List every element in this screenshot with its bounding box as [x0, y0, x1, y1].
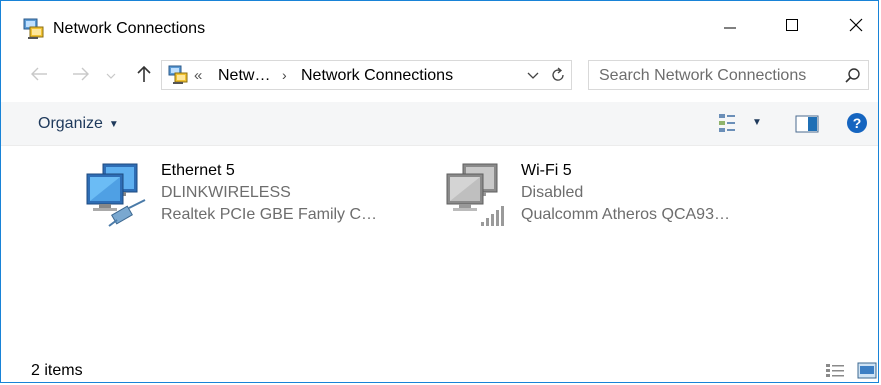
search-icon	[844, 67, 862, 85]
explorer-window: Network Connections « Netw… › Network Co…	[0, 0, 879, 383]
connection-item-ethernet[interactable]: Ethernet 5 DLINKWIRELESS Realtek PCIe GB…	[81, 160, 377, 228]
breadcrumb-segment[interactable]: Netw…	[218, 67, 270, 85]
chevron-down-icon	[106, 67, 116, 85]
command-bar: Organize ▼ ▼ ?	[1, 102, 878, 146]
minimize-icon	[723, 18, 737, 37]
back-button[interactable]	[28, 65, 50, 87]
connection-item-wifi[interactable]: Wi-Fi 5 Disabled Qualcomm Atheros QCA93…	[441, 160, 730, 228]
maximize-button[interactable]	[769, 9, 815, 45]
forward-arrow-icon	[72, 67, 90, 86]
title-bar: Network Connections	[1, 1, 878, 45]
refresh-icon[interactable]	[549, 66, 567, 84]
connection-name: Ethernet 5	[161, 162, 235, 179]
connection-status: DLINKWIRELESS	[161, 184, 291, 201]
help-icon[interactable]: ?	[846, 112, 868, 134]
address-overflow-button[interactable]: «	[194, 67, 202, 84]
window-title: Network Connections	[53, 20, 206, 37]
connection-status: Disabled	[521, 184, 584, 201]
maximize-icon	[785, 18, 799, 37]
connection-device: Realtek PCIe GBE Family C…	[161, 206, 378, 223]
change-view-button[interactable]	[717, 112, 741, 134]
large-icons-view-button[interactable]	[857, 362, 877, 379]
network-connections-icon	[23, 18, 45, 40]
details-view-button[interactable]	[825, 363, 845, 379]
address-bar[interactable]: « Netw… › Network Connections	[161, 60, 572, 90]
connection-name: Wi-Fi 5	[521, 162, 572, 179]
items-view: Ethernet 5 DLINKWIRELESS Realtek PCIe GB…	[1, 146, 878, 346]
breadcrumb-separator[interactable]: ›	[282, 67, 287, 83]
navigation-bar: « Netw… › Network Connections	[1, 57, 878, 93]
svg-text:?: ?	[853, 115, 862, 131]
back-arrow-icon	[30, 67, 48, 86]
breadcrumb-current[interactable]: Network Connections	[301, 67, 453, 85]
organize-button[interactable]: Organize ▼	[38, 115, 119, 133]
search-input[interactable]	[599, 66, 829, 86]
up-button[interactable]	[133, 65, 155, 87]
connection-device: Qualcomm Atheros QCA93…	[521, 206, 730, 223]
address-dropdown-button[interactable]	[525, 68, 541, 84]
recent-locations-button[interactable]	[104, 65, 118, 87]
network-connections-icon	[168, 65, 190, 85]
close-icon	[848, 17, 864, 38]
organize-label: Organize	[38, 115, 103, 132]
search-box[interactable]	[588, 60, 869, 90]
up-arrow-icon	[136, 65, 152, 88]
close-button[interactable]	[833, 9, 879, 45]
preview-pane-button[interactable]	[795, 115, 819, 133]
ethernet-adapter-icon	[81, 160, 153, 228]
item-count: 2 items	[31, 362, 83, 379]
minimize-button[interactable]	[707, 9, 753, 45]
forward-button[interactable]	[70, 65, 92, 87]
wifi-adapter-disabled-icon	[441, 160, 513, 228]
status-bar: 2 items	[1, 353, 878, 383]
view-options-caret-icon[interactable]: ▼	[752, 117, 762, 128]
caret-down-icon: ▼	[108, 118, 119, 130]
